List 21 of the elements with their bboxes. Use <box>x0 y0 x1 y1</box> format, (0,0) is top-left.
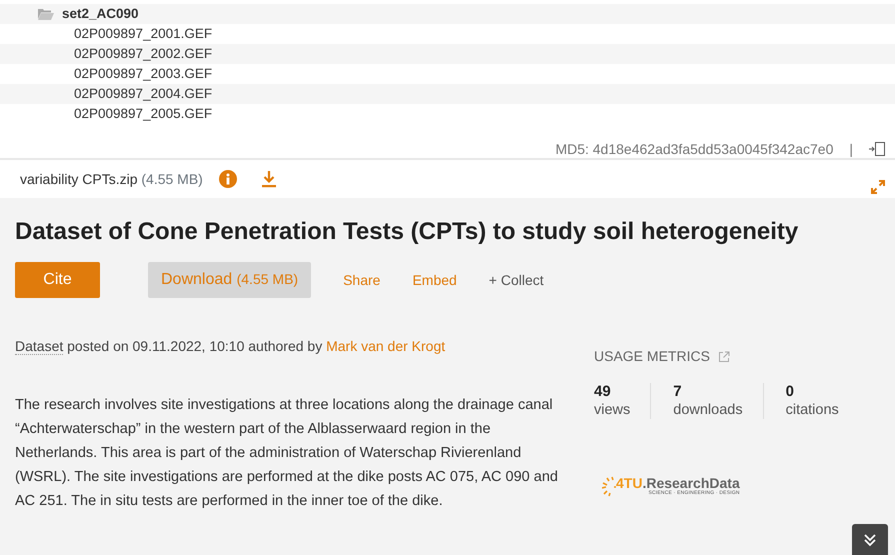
metric-label: downloads <box>673 401 743 419</box>
metric-value: 7 <box>673 383 683 401</box>
metric-value: 0 <box>786 383 795 401</box>
dataset-byline: Dataset posted on 09.11.2022, 10:10 authored by Mark van der Krogt <box>15 337 446 357</box>
folder-name[interactable]: set2_AC090 <box>62 4 139 24</box>
metric-value: 49 <box>594 383 612 401</box>
file-name: variability CPTs.zip (4.55 MB) <box>20 170 203 189</box>
md5-hash: MD5: 4d18e462ad3fa5dd53a0045f342ac7e0 <box>555 140 834 158</box>
file-name[interactable]: 02P009897_2001.GEF <box>74 26 212 41</box>
dataset-description: The research involves site investigations at three locations along the drainage canal “Achterwaterschap” in the western part of the Alblasserwaard region in the Netherlands. This area is part of the administration of Waterschap Rivierenland (WSRL). The site investigations are performed at the dike posts AC 075, AC 090 and AC 251. The in situ tests are performed in the inner toe of the dike. <box>15 396 559 511</box>
file-name[interactable]: 02P009897_2004.GEF <box>74 86 212 101</box>
metric-label: views <box>594 401 630 419</box>
dataset-title: Dataset of Cone Penetration Tests (CPTs) to study soil heterogeneity <box>15 217 800 247</box>
metrics-heading: USAGE METRICS <box>594 347 710 366</box>
logo-wordmark: 4TU.ResearchData <box>616 476 740 490</box>
file-name[interactable]: 02P009897_2005.GEF <box>74 106 212 121</box>
file-name[interactable]: 02P009897_2003.GEF <box>74 66 212 81</box>
separator: | <box>849 140 853 159</box>
file-name[interactable]: 02P009897_2002.GEF <box>74 46 212 61</box>
metric-label: citations <box>786 401 839 419</box>
collect-link[interactable]: + Collect <box>488 270 544 290</box>
